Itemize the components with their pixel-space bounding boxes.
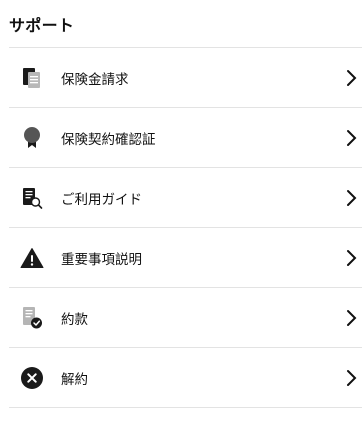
document-search-icon: [23, 187, 43, 209]
chevron-right-icon: [347, 309, 357, 326]
chevron-right-icon: [347, 129, 357, 146]
menu-item-label: 重要事項説明: [61, 251, 142, 268]
close-circle-icon: [21, 366, 43, 389]
menu-item-label: 解約: [61, 371, 88, 388]
award-ribbon-icon: [24, 126, 40, 148]
menu-item-label: 保険契約確認証: [61, 131, 156, 148]
support-menu-list: 保険金請求 保険契約確認証 ご利用ガイド 重要事項説明 約款 解約: [9, 47, 362, 408]
menu-item-certificate[interactable]: 保険契約確認証: [9, 107, 362, 167]
chevron-right-icon: [347, 249, 357, 266]
menu-item-guide[interactable]: ご利用ガイド: [9, 167, 362, 227]
menu-item-terms[interactable]: 約款: [9, 287, 362, 347]
menu-item-label: 約款: [61, 311, 88, 328]
document-check-icon: [23, 306, 42, 328]
chevron-right-icon: [347, 189, 357, 206]
chevron-right-icon: [347, 69, 357, 86]
menu-item-label: 保険金請求: [61, 71, 129, 88]
page-title: サポート: [9, 16, 75, 35]
menu-item-claim[interactable]: 保険金請求: [9, 47, 362, 107]
menu-item-cancellation[interactable]: 解約: [9, 347, 362, 408]
document-stack-icon: [23, 67, 40, 88]
chevron-right-icon: [347, 369, 357, 386]
menu-item-important-matters[interactable]: 重要事項説明: [9, 227, 362, 287]
menu-item-label: ご利用ガイド: [61, 191, 142, 208]
warning-icon: [20, 247, 44, 268]
